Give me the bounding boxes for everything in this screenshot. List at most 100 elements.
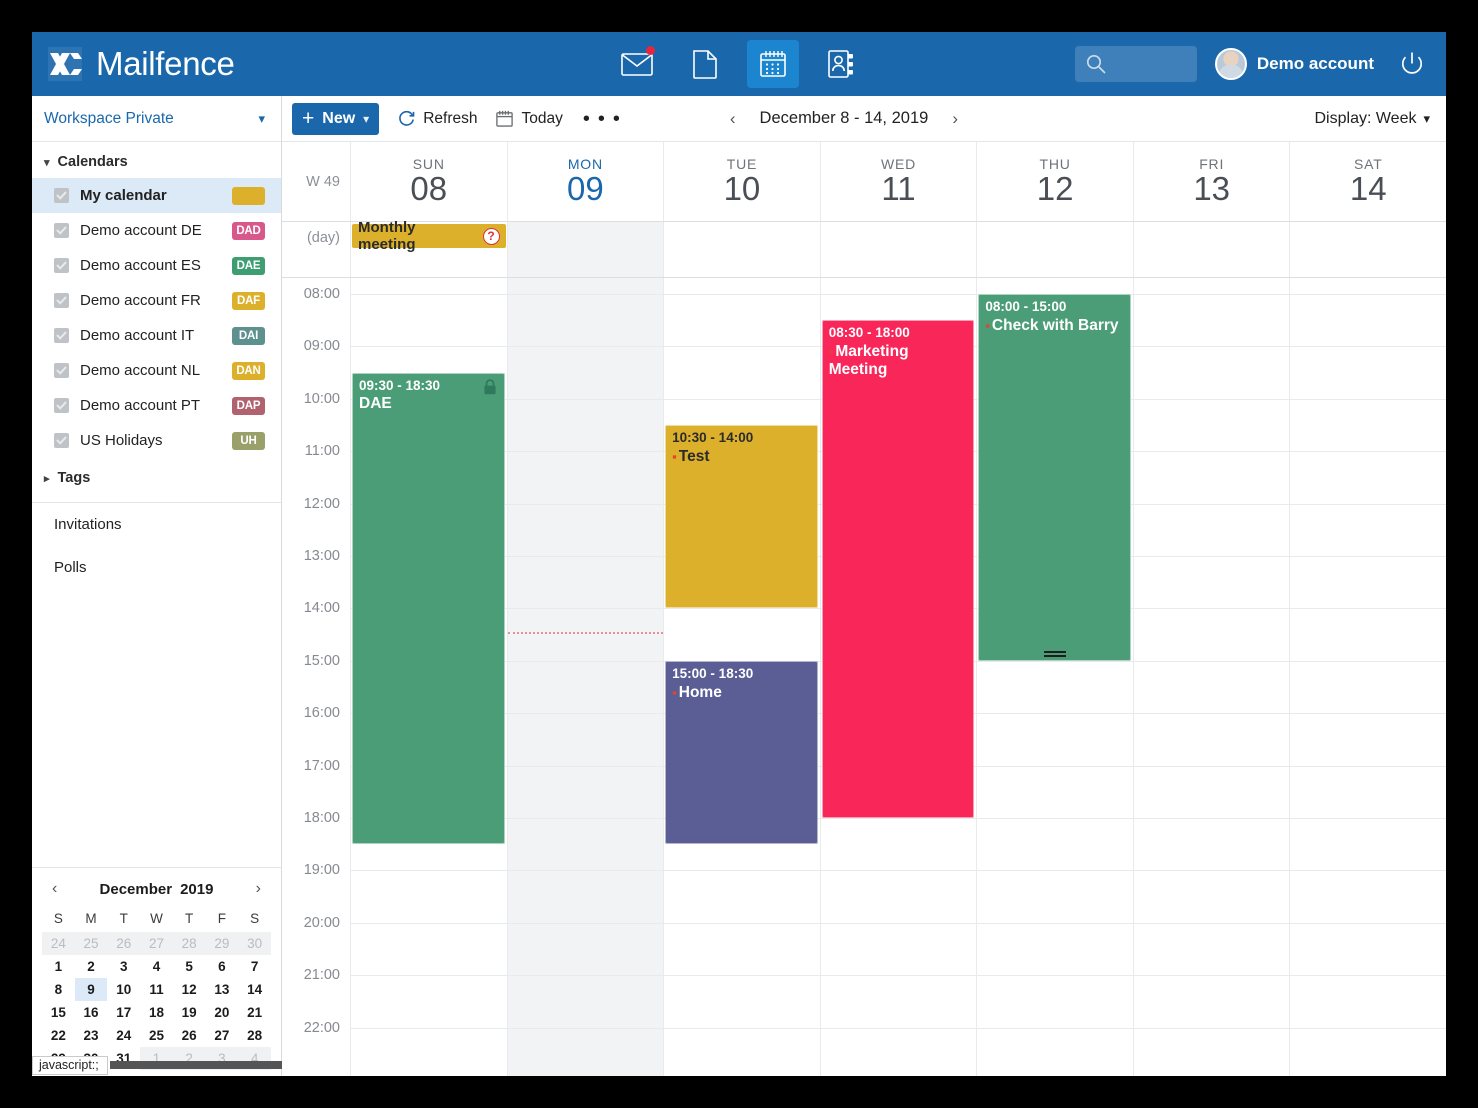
brand-logo[interactable]: Mailfence bbox=[32, 45, 235, 83]
calendar-checkbox[interactable] bbox=[54, 398, 69, 413]
logout-button[interactable] bbox=[1392, 44, 1432, 84]
scrollbar-track[interactable] bbox=[109, 1061, 282, 1069]
calendar-color-swatch[interactable]: DAN bbox=[232, 361, 265, 380]
tags-section-header[interactable]: ▸ Tags bbox=[32, 458, 281, 494]
calendar-list-item[interactable]: Demo account PT DAP bbox=[32, 388, 281, 423]
all-day-cell[interactable] bbox=[1289, 222, 1446, 277]
mini-calendar-day[interactable]: 12 bbox=[173, 978, 206, 1001]
calendar-event[interactable]: 15:00 - 18:30 ▪ Home bbox=[665, 660, 818, 845]
mini-calendar-day[interactable]: 1 bbox=[42, 955, 75, 978]
account-menu[interactable]: Demo account bbox=[1214, 48, 1374, 80]
calendar-list-item[interactable]: US Holidays UH bbox=[32, 423, 281, 458]
calendar-list-item[interactable]: Demo account ES DAE bbox=[32, 248, 281, 283]
calendar-color-swatch[interactable]: DAI bbox=[232, 326, 265, 345]
calendar-event[interactable]: 10:30 - 14:00 ▪ Test bbox=[665, 425, 818, 609]
calendar-color-swatch[interactable]: DAD bbox=[232, 221, 265, 240]
event-resize-handle[interactable] bbox=[1043, 650, 1066, 657]
mini-calendar-day[interactable]: 7 bbox=[238, 955, 271, 978]
calendar-list-item[interactable]: Demo account IT DAI bbox=[32, 318, 281, 353]
display-mode-selector[interactable]: Display: Week ▾ bbox=[1315, 110, 1431, 128]
mini-calendar-day[interactable]: 8 bbox=[42, 978, 75, 1001]
mini-calendar-day[interactable]: 24 bbox=[107, 1024, 140, 1047]
previous-week-button[interactable]: ‹ bbox=[730, 109, 736, 129]
calendar-checkbox[interactable] bbox=[54, 433, 69, 448]
new-button[interactable]: + New ▾ bbox=[292, 102, 380, 135]
mini-calendar-day[interactable]: 21 bbox=[238, 1001, 271, 1024]
calendar-checkbox[interactable] bbox=[54, 188, 69, 203]
day-column[interactable]: 09:30 - 18:30 DAE bbox=[350, 278, 507, 1076]
refresh-button[interactable]: Refresh bbox=[397, 109, 477, 128]
mini-calendar-day[interactable]: 30 bbox=[238, 932, 271, 955]
sidebar-item-invitations[interactable]: Invitations bbox=[32, 503, 281, 546]
mini-calendar-day[interactable]: 20 bbox=[206, 1001, 239, 1024]
mini-calendar-day[interactable]: 4 bbox=[140, 955, 173, 978]
calendar-color-swatch[interactable]: UH bbox=[232, 431, 265, 450]
search-input[interactable] bbox=[1074, 46, 1197, 82]
calendar-color-swatch[interactable]: DAP bbox=[232, 396, 265, 415]
all-day-cell[interactable] bbox=[1132, 222, 1290, 277]
next-week-button[interactable]: › bbox=[952, 109, 958, 129]
day-header-cell[interactable]: FRI 13 bbox=[1132, 142, 1290, 221]
mini-calendar-day[interactable]: 15 bbox=[42, 1001, 75, 1024]
calendar-checkbox[interactable] bbox=[54, 293, 69, 308]
mini-calendar-day[interactable]: 11 bbox=[140, 978, 173, 1001]
sidebar-item-polls[interactable]: Polls bbox=[32, 546, 281, 589]
mini-calendar-day[interactable]: 5 bbox=[173, 955, 206, 978]
calendar-checkbox[interactable] bbox=[54, 223, 69, 238]
mini-calendar-day[interactable]: 28 bbox=[238, 1024, 271, 1047]
mini-calendar-day[interactable]: 6 bbox=[206, 955, 239, 978]
mini-calendar-day[interactable]: 29 bbox=[205, 932, 239, 955]
day-column[interactable]: 08:30 - 18:00 ▪ Marketing Meeting bbox=[819, 278, 977, 1076]
mini-calendar-day[interactable]: 28 bbox=[172, 932, 206, 955]
mini-calendar-day[interactable]: 3 bbox=[107, 955, 140, 978]
all-day-cell[interactable] bbox=[819, 222, 977, 277]
calendar-color-swatch[interactable]: DAE bbox=[232, 256, 265, 275]
mini-calendar-prev-button[interactable]: ‹ bbox=[48, 880, 61, 898]
mini-calendar-day[interactable]: 9 bbox=[74, 978, 108, 1001]
calendar-list-item[interactable]: My calendar bbox=[32, 178, 281, 213]
mail-icon[interactable] bbox=[611, 40, 663, 88]
day-header-cell[interactable]: WED 11 bbox=[819, 142, 977, 221]
calendar-list-item[interactable]: Demo account NL DAN bbox=[32, 353, 281, 388]
calendar-event[interactable]: 08:30 - 18:00 ▪ Marketing Meeting bbox=[821, 320, 975, 818]
mini-calendar-day[interactable]: 26 bbox=[107, 932, 141, 955]
day-header-cell[interactable]: THU 12 bbox=[976, 142, 1133, 221]
day-column[interactable] bbox=[506, 278, 664, 1076]
today-button[interactable]: Today bbox=[495, 109, 563, 128]
contacts-icon[interactable] bbox=[815, 40, 867, 88]
day-column[interactable] bbox=[1289, 278, 1446, 1076]
day-header-cell[interactable]: SAT 14 bbox=[1289, 142, 1446, 221]
all-day-cell[interactable] bbox=[506, 222, 664, 277]
mini-calendar-day[interactable]: 10 bbox=[107, 978, 140, 1001]
all-day-cell[interactable] bbox=[663, 222, 820, 277]
mini-calendar-day[interactable]: 13 bbox=[206, 978, 239, 1001]
mini-calendar-day[interactable]: 19 bbox=[173, 1001, 206, 1024]
calendar-checkbox[interactable] bbox=[54, 363, 69, 378]
mini-calendar-day[interactable]: 14 bbox=[238, 978, 271, 1001]
calendar-checkbox[interactable] bbox=[54, 328, 69, 343]
day-column[interactable] bbox=[1132, 278, 1290, 1076]
calendars-section-header[interactable]: ▾ Calendars bbox=[32, 142, 281, 178]
mini-calendar-day[interactable]: 25 bbox=[74, 932, 108, 955]
all-day-cell[interactable] bbox=[976, 222, 1133, 277]
more-options-button[interactable]: • • • bbox=[583, 109, 622, 129]
workspace-selector[interactable]: Workspace Private ▾ bbox=[32, 96, 281, 142]
mini-calendar-day[interactable]: 24 bbox=[42, 932, 75, 955]
calendar-list-item[interactable]: Demo account DE DAD bbox=[32, 213, 281, 248]
mini-calendar-day[interactable]: 2 bbox=[75, 955, 108, 978]
all-day-cell[interactable]: Monthly meeting? bbox=[350, 219, 507, 277]
day-column[interactable]: 10:30 - 14:00 ▪ Test 15:00 - 18:30 ▪ Home bbox=[663, 278, 820, 1076]
day-column[interactable]: 08:00 - 15:00 ▪ Check with Barry bbox=[976, 278, 1133, 1076]
mini-calendar-day[interactable]: 25 bbox=[140, 1024, 173, 1047]
calendar-color-swatch[interactable]: DAF bbox=[232, 291, 265, 310]
all-day-event[interactable]: Monthly meeting? bbox=[352, 219, 506, 253]
day-header-cell[interactable]: TUE 10 bbox=[663, 142, 820, 221]
calendar-checkbox[interactable] bbox=[54, 258, 69, 273]
mini-calendar-day[interactable]: 22 bbox=[42, 1024, 75, 1047]
day-header-cell[interactable]: MON 09 bbox=[506, 142, 664, 221]
documents-icon[interactable] bbox=[679, 40, 731, 88]
mini-calendar-day[interactable]: 23 bbox=[75, 1024, 108, 1047]
mini-calendar-day[interactable]: 17 bbox=[107, 1001, 140, 1024]
mini-calendar-day[interactable]: 16 bbox=[75, 1001, 108, 1024]
mini-calendar-day[interactable]: 27 bbox=[140, 932, 173, 955]
